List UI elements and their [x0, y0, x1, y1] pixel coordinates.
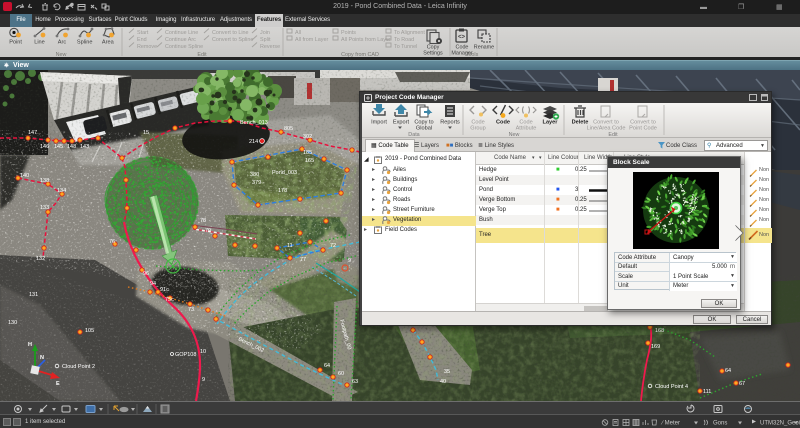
svg-text:78: 78 — [200, 218, 206, 224]
svg-text:Convert to Line: Convert to Line — [212, 30, 249, 36]
svg-text:Bench_013: Bench_013 — [240, 120, 268, 126]
svg-text:185: 185 — [303, 150, 312, 156]
svg-text:64: 64 — [324, 363, 330, 369]
svg-text:To Alignment: To Alignment — [394, 30, 425, 36]
svg-text:79: 79 — [205, 228, 211, 234]
svg-text:40: 40 — [440, 379, 446, 385]
svg-text:146: 146 — [40, 144, 49, 150]
svg-text:New: New — [509, 132, 520, 137]
svg-text:130: 130 — [8, 320, 17, 326]
svg-text:Rename: Rename — [474, 45, 494, 51]
svg-text:Continue Spline: Continue Spline — [165, 44, 203, 50]
svg-text:Convert to Spline: Convert to Spline — [212, 37, 253, 43]
svg-text:178: 178 — [278, 188, 287, 194]
svg-text:All: All — [295, 30, 301, 36]
svg-text:60: 60 — [338, 371, 344, 377]
svg-text:<>: <> — [458, 35, 466, 41]
svg-text:805: 805 — [284, 126, 293, 132]
svg-text:Data: Data — [408, 132, 419, 137]
svg-text:73: 73 — [188, 307, 194, 313]
svg-text:10: 10 — [200, 349, 206, 355]
svg-text:Reverse: Reverse — [260, 44, 280, 50]
svg-text:76: 76 — [109, 239, 115, 245]
svg-text:Gons: Gons — [713, 421, 727, 427]
svg-text:111: 111 — [703, 389, 711, 395]
svg-text:165: 165 — [305, 158, 314, 164]
svg-text:End: End — [137, 37, 147, 43]
svg-text:11: 11 — [287, 243, 293, 249]
svg-text:Remove: Remove — [137, 44, 157, 50]
svg-text:Cloud Point 2: Cloud Point 2 — [62, 364, 95, 370]
svg-text:77: 77 — [300, 257, 306, 263]
svg-text:63: 63 — [352, 379, 358, 385]
svg-text:105: 105 — [85, 328, 94, 334]
svg-text:Settings: Settings — [423, 51, 443, 57]
svg-text:Split: Split — [260, 37, 271, 43]
svg-text:Group: Group — [470, 126, 486, 132]
svg-text:Manager: Manager — [451, 51, 472, 57]
svg-text:91c: 91c — [160, 287, 169, 293]
svg-text:H: H — [28, 342, 32, 348]
svg-text:35: 35 — [444, 369, 450, 375]
svg-text:Import: Import — [371, 120, 387, 126]
svg-text:All from Layer: All from Layer — [295, 37, 328, 43]
svg-text:Point: Point — [9, 40, 22, 46]
svg-text:9: 9 — [348, 258, 351, 264]
svg-text:Global: Global — [416, 126, 432, 132]
svg-text:168: 168 — [655, 328, 664, 334]
svg-text:133: 133 — [40, 205, 49, 211]
svg-text:Pond_003: Pond_003 — [272, 170, 297, 176]
svg-text:To Road: To Road — [394, 37, 414, 43]
svg-text:147: 147 — [28, 130, 37, 136]
svg-text:64: 64 — [725, 368, 731, 374]
svg-text:Join: Join — [260, 30, 270, 36]
svg-text:Cloud Point 4: Cloud Point 4 — [655, 384, 688, 390]
svg-text:Attribute: Attribute — [516, 126, 537, 132]
svg-text:75c: 75c — [165, 297, 174, 303]
svg-text:Export: Export — [393, 120, 410, 126]
svg-text:Reports: Reports — [440, 120, 460, 126]
svg-text:140: 140 — [20, 173, 29, 179]
svg-text:94: 94 — [150, 281, 156, 287]
svg-text:To Tunnel: To Tunnel — [394, 44, 417, 50]
svg-text:Point Code: Point Code — [629, 126, 657, 132]
svg-text:72: 72 — [330, 243, 336, 249]
svg-text:Line: Line — [34, 40, 45, 46]
svg-text:E: E — [56, 381, 60, 387]
svg-text:Code: Code — [496, 120, 510, 126]
svg-text:Area: Area — [102, 40, 115, 46]
svg-text:Line/Area Code: Line/Area Code — [587, 126, 626, 132]
svg-text:Continue Arc: Continue Arc — [165, 37, 196, 43]
svg-text:132: 132 — [36, 256, 45, 262]
svg-text:15: 15 — [143, 130, 149, 136]
svg-text:Points: Points — [341, 30, 356, 36]
svg-text:214: 214 — [249, 139, 258, 145]
svg-text:∕ Meter: ∕ Meter — [660, 420, 680, 427]
svg-text:134: 134 — [57, 188, 66, 194]
svg-text:379: 379 — [252, 180, 261, 186]
svg-text:Start: Start — [137, 30, 149, 36]
svg-text:N: N — [40, 355, 44, 361]
svg-text:148: 148 — [67, 144, 76, 150]
svg-text:Continue Line: Continue Line — [165, 30, 198, 36]
svg-text:9: 9 — [202, 377, 205, 383]
svg-text:131: 131 — [29, 292, 38, 298]
svg-text:Spline: Spline — [77, 40, 93, 46]
svg-text:138: 138 — [40, 178, 49, 184]
svg-text:96: 96 — [143, 271, 149, 277]
svg-text:302: 302 — [303, 134, 312, 140]
svg-text:All Points from Layer: All Points from Layer — [341, 37, 391, 43]
svg-text:Edit: Edit — [608, 132, 618, 137]
svg-text:169: 169 — [651, 344, 660, 350]
svg-text:380: 380 — [250, 172, 259, 178]
svg-text:UTM32N_Geoid: UTM32N_Geoid — [760, 421, 800, 427]
svg-text:Layer: Layer — [543, 120, 559, 126]
svg-text:GOP108: GOP108 — [175, 352, 196, 358]
svg-text:67: 67 — [739, 381, 745, 387]
svg-text:143: 143 — [80, 144, 89, 150]
svg-text:145: 145 — [54, 144, 63, 150]
svg-text:Arc: Arc — [58, 40, 67, 46]
